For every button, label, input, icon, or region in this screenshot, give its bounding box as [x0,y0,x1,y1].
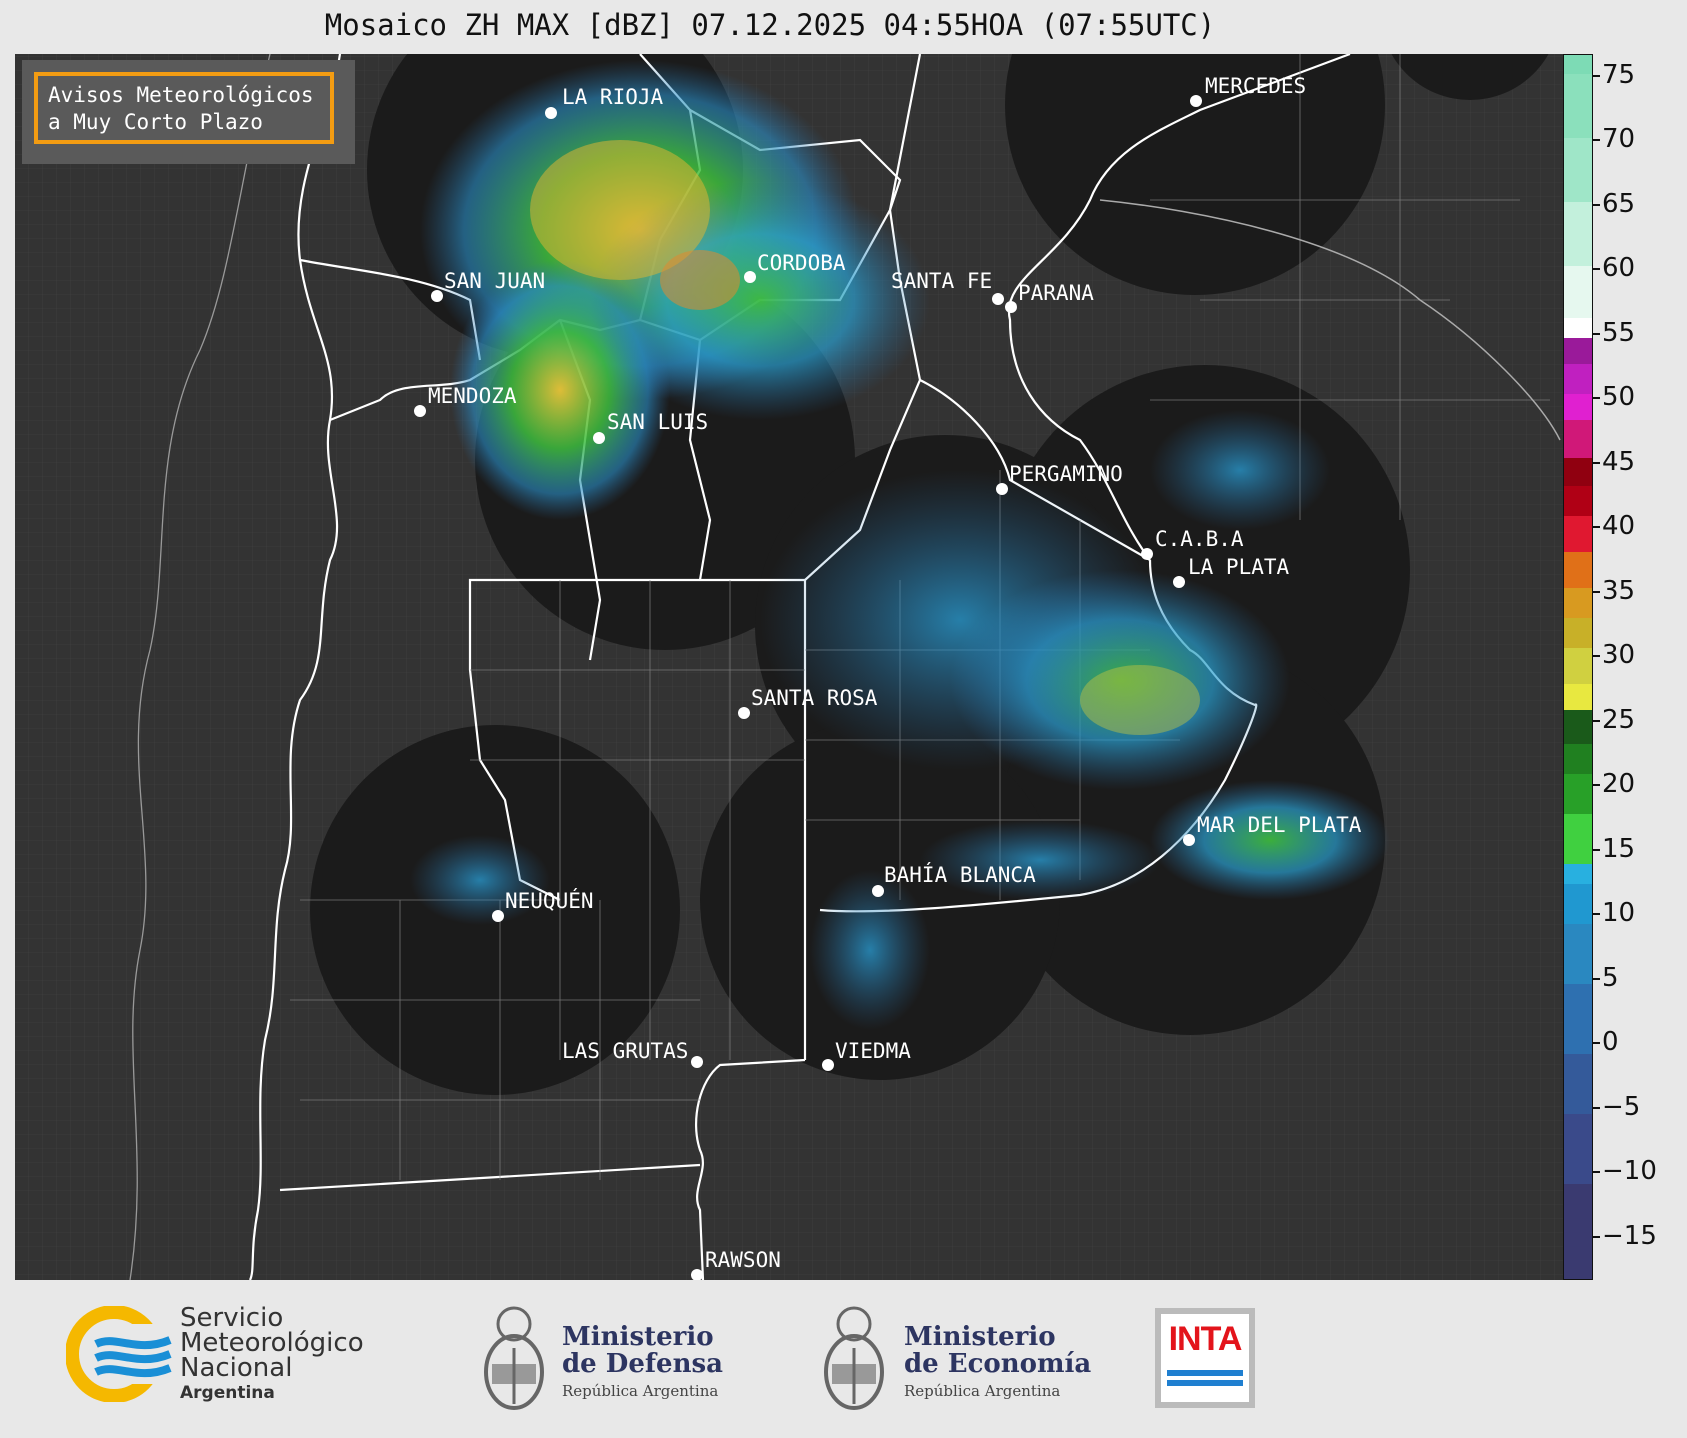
tick-label: 65 [1602,189,1636,219]
city-label: NEUQUÉN [505,888,594,913]
city-dot-mar-del-plata [1183,834,1195,846]
tick-mark [1593,849,1600,851]
defensa-line2: de Defensa [562,1349,723,1379]
smn-country: Argentina [180,1383,275,1403]
tick-mark [1593,397,1600,399]
tick-mark [1593,978,1600,980]
tick-label: 75 [1602,60,1636,90]
tick-mark [1593,1171,1600,1173]
city-label: VIEDMA [835,1039,911,1063]
city-dot-san-luis [593,432,605,444]
tick-label: −10 [1602,1156,1657,1186]
tick-label: 30 [1602,640,1636,670]
notice-line2: a Muy Corto Plazo [48,110,263,134]
city-dot-santa-rosa [738,707,750,719]
city-label: SANTA FE [891,269,992,293]
tick-label: 15 [1602,834,1636,864]
city-dot-parana [1005,301,1017,313]
defensa-text: Ministerio de Defensa República Argentin… [562,1324,723,1405]
map-title: Mosaico ZH MAX [dBZ] 07.12.2025 04:55HOA… [324,8,1216,42]
tick-mark [1593,462,1600,464]
smn-line3: Nacional [180,1353,293,1383]
tick-label: 20 [1602,769,1636,799]
tick-mark [1593,720,1600,722]
city-label: BAHÍA BLANCA [884,862,1036,887]
tick-mark [1593,268,1600,270]
tick-label: 35 [1602,576,1636,606]
tick-label: −5 [1602,1092,1641,1122]
city-label: CORDOBA [757,251,846,275]
colorbar [1563,54,1593,1280]
tick-mark [1593,526,1600,528]
city-label: PARANA [1018,281,1094,305]
tick-mark [1593,75,1600,77]
tick-mark [1593,1042,1600,1044]
tick-mark [1593,655,1600,657]
city-dot-cordoba [744,271,756,283]
coat-of-arms-icon [484,1306,544,1410]
defensa-line1: Ministerio [562,1322,714,1352]
city-label: SANTA ROSA [751,686,878,710]
city-dot-la-rioja [545,107,557,119]
economia-sub: República Argentina [904,1382,1061,1400]
tick-mark [1593,784,1600,786]
economia-line1: Ministerio [904,1322,1056,1352]
city-label: C.A.B.A [1155,527,1244,551]
tick-label: 10 [1602,898,1636,928]
radar-map: LA RIOJA CORDOBA SAN JUAN MENDOZA SAN LU… [15,54,1563,1280]
city-dot-san-juan [431,290,443,302]
city-label: SAN JUAN [444,269,545,293]
tick-label: 70 [1602,124,1636,154]
city-dot-santa-fe [992,293,1004,305]
economia-line2: de Economía [904,1349,1092,1379]
city-label: MENDOZA [428,384,517,408]
city-label: PERGAMINO [1009,462,1123,486]
city-dot-bahia-blanca [872,885,884,897]
smn-logo-text: Servicio Meteorológico Nacional Argentin… [180,1305,364,1406]
city-dot-viedma [822,1059,834,1071]
tick-label: 55 [1602,318,1636,348]
coat-of-arms-icon [824,1306,884,1410]
tick-label: 0 [1602,1027,1619,1057]
tick-mark [1593,913,1600,915]
defensa-sub: República Argentina [562,1382,719,1400]
city-label: LAS GRUTAS [562,1039,688,1063]
inta-text: INTA [1168,1320,1243,1358]
city-label: MAR DEL PLATA [1197,813,1362,837]
city-label: LA PLATA [1188,555,1290,579]
city-dot-mercedes [1190,95,1202,107]
city-dot-neuquen [492,910,504,922]
inta-logo: INTA [1155,1308,1255,1408]
city-label: SAN LUIS [607,410,708,434]
tick-mark [1593,333,1600,335]
notice-panel: Avisos Meteorológicos a Muy Corto Plazo [22,60,355,164]
smn-logo-icon [66,1306,174,1402]
footer-logos: Servicio Meteorológico Nacional Argentin… [0,1280,1687,1438]
city-dot-las-grutas [691,1056,703,1068]
tick-label: 5 [1602,963,1619,993]
city-dot-pergamino [996,483,1008,495]
tick-label: 50 [1602,382,1636,412]
city-label: MERCEDES [1205,74,1306,98]
tick-mark [1593,204,1600,206]
economia-text: Ministerio de Economía República Argenti… [904,1324,1091,1405]
notice-box: Avisos Meteorológicos a Muy Corto Plazo [34,72,334,144]
tick-mark [1593,591,1600,593]
city-dot-mendoza [414,405,426,417]
tick-mark [1593,1107,1600,1109]
city-label: LA RIOJA [562,85,664,109]
city-dot-caba [1141,548,1153,560]
city-label: RAWSON [705,1248,781,1272]
city-dot-la-plata [1173,576,1185,588]
notice-line1: Avisos Meteorológicos [48,83,314,107]
tick-label: 40 [1602,511,1636,541]
tick-label: 25 [1602,705,1636,735]
tick-mark [1593,139,1600,141]
tick-label: 45 [1602,447,1636,477]
tick-mark [1593,1236,1600,1238]
tick-label: −15 [1602,1221,1657,1251]
tick-label: 60 [1602,253,1636,283]
